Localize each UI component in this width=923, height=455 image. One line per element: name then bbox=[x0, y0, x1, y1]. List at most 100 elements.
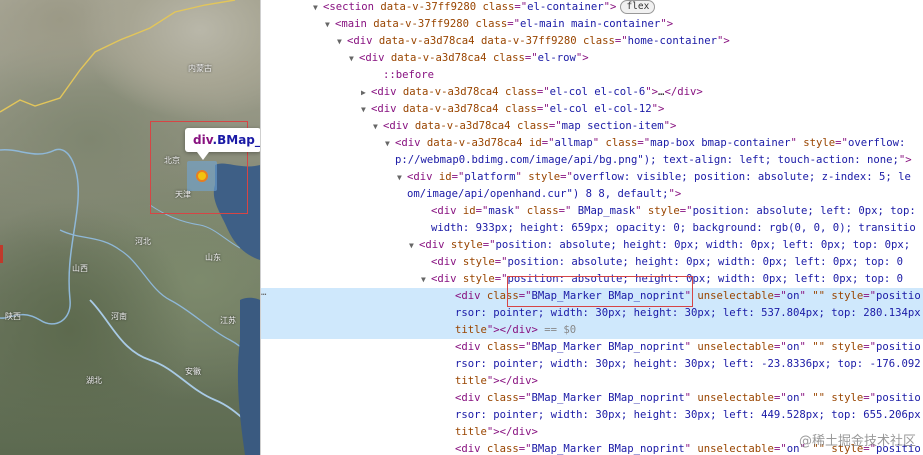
dom-node-line[interactable]: ▼ <div data-v-a3d78ca4 data-v-37ff9280 cl… bbox=[261, 33, 923, 50]
dom-token: style bbox=[803, 137, 836, 149]
dom-token: data-v-a3d78ca4 bbox=[390, 52, 487, 64]
dom-token: on bbox=[786, 443, 800, 455]
dom-node-line[interactable]: <div style="position: absolute; height: … bbox=[261, 254, 923, 271]
map-label-hubei: 湖北 bbox=[86, 376, 102, 385]
dom-token: <div bbox=[371, 103, 403, 115]
dom-token: "" bbox=[812, 392, 825, 404]
collapse-triangle-icon[interactable]: ▼ bbox=[313, 0, 323, 16]
dom-token: =" bbox=[507, 18, 520, 30]
dom-token: data-v-a3d78ca4 bbox=[414, 120, 511, 132]
dom-token: el-col el-col-6 bbox=[549, 86, 646, 98]
dom-node-line[interactable]: ▼ <div data-v-a3d78ca4 class="el-row"> bbox=[261, 50, 923, 67]
dom-node-line[interactable]: width: 933px; height: 659px; opacity: 0;… bbox=[261, 220, 923, 237]
dom-node-line-selected[interactable]: title"></div> == $0 bbox=[261, 322, 923, 339]
collapse-triangle-icon[interactable]: ▼ bbox=[325, 16, 335, 33]
dom-node-line[interactable]: ▶ <div data-v-a3d78ca4 class="el-col el-c… bbox=[261, 84, 923, 101]
dom-token: data-v-37ff9280 bbox=[373, 18, 469, 30]
collapse-triangle-icon[interactable]: ▼ bbox=[421, 271, 431, 288]
dom-node-line[interactable]: title"></div> bbox=[261, 373, 923, 390]
dom-token: class bbox=[504, 103, 537, 115]
map-marker-icon[interactable] bbox=[196, 170, 208, 182]
dom-token: BMap_Marker BMap_noprint bbox=[531, 341, 685, 353]
dom-token: <div bbox=[371, 86, 403, 98]
dom-token: "> bbox=[663, 120, 677, 132]
map-edge-marker bbox=[0, 245, 3, 263]
dom-token: overflow: visible; position: absolute; z… bbox=[572, 171, 911, 183]
dom-token: data-v-37ff9280 bbox=[480, 35, 577, 47]
dom-token: " bbox=[799, 341, 813, 353]
selected-node-ellipsis[interactable]: … bbox=[261, 288, 266, 298]
dom-token: <div bbox=[455, 443, 487, 455]
devtools-elements-panel[interactable]: ▼ <section data-v-37ff9280 class="el-cont… bbox=[260, 0, 923, 455]
collapse-triangle-icon[interactable]: ▼ bbox=[385, 135, 395, 152]
dom-node-line[interactable]: om/image/api/openhand.cur") 8 8, default… bbox=[261, 186, 923, 203]
dom-token: == $0 bbox=[537, 324, 577, 336]
dom-node-line[interactable]: <div class="BMap_Marker BMap_noprint" un… bbox=[261, 390, 923, 407]
dom-node-line[interactable]: ▼ <div style="position: absolute; height:… bbox=[261, 237, 923, 254]
dom-token: <div bbox=[431, 205, 463, 217]
collapse-triangle-icon[interactable]: ▼ bbox=[361, 101, 371, 118]
dom-token: style bbox=[831, 392, 864, 404]
dom-token: mask bbox=[488, 205, 514, 217]
dom-node-line-selected[interactable]: rsor: pointer; width: 30px; height: 30px… bbox=[261, 305, 923, 322]
dom-token: " bbox=[635, 205, 648, 217]
dom-token: style bbox=[450, 239, 483, 251]
dom-token: <div bbox=[359, 52, 391, 64]
dom-token: on bbox=[786, 341, 800, 353]
dom-token: class bbox=[504, 86, 537, 98]
collapse-triangle-icon[interactable]: ▼ bbox=[349, 50, 359, 67]
dom-node-line[interactable]: <div id="mask" class=" BMap_mask" style=… bbox=[261, 203, 923, 220]
dom-node-line[interactable]: ▼ <div data-v-a3d78ca4 id="allmap" class=… bbox=[261, 135, 923, 152]
dom-node-line[interactable]: <div class="BMap_Marker BMap_noprint" un… bbox=[261, 339, 923, 356]
dom-node-line[interactable]: rsor: pointer; width: 30px; height: 30px… bbox=[261, 407, 923, 424]
collapse-triangle-icon[interactable]: ▼ bbox=[373, 118, 383, 135]
flex-badge[interactable]: flex bbox=[620, 0, 656, 14]
map-label-henan: 河南 bbox=[111, 312, 127, 321]
dom-token: class bbox=[526, 205, 559, 217]
dom-token: class bbox=[516, 120, 549, 132]
dom-node-line[interactable]: ▼ <main data-v-37ff9280 class="el-main ma… bbox=[261, 16, 923, 33]
map-label-neimenggu: 内蒙古 bbox=[188, 64, 212, 73]
dom-node-line[interactable]: rsor: pointer; width: 30px; height: 30px… bbox=[261, 356, 923, 373]
dom-token: =" bbox=[614, 35, 628, 47]
dom-token: rsor: pointer; width: 30px; height: 30px… bbox=[455, 307, 921, 319]
dom-token: BMap_mask bbox=[577, 205, 636, 217]
dom-token: class bbox=[475, 18, 508, 30]
baidu-map-view[interactable]: 内蒙古 北京 天津 河北 山西 山东 陕西 河南 江苏 安徽 湖北 div.BM… bbox=[0, 0, 260, 455]
collapse-triangle-icon[interactable]: ▼ bbox=[337, 33, 347, 50]
dom-token: =" bbox=[679, 205, 693, 217]
dom-node-line[interactable]: ▼ <div data-v-a3d78ca4 class="map section… bbox=[261, 118, 923, 135]
dom-token: id bbox=[462, 205, 476, 217]
dom-token: <div bbox=[347, 35, 379, 47]
dom-token: unselectable bbox=[697, 341, 774, 353]
dom-token: =" bbox=[773, 341, 787, 353]
dom-token: =" bbox=[773, 392, 787, 404]
dom-token: <div bbox=[419, 239, 451, 251]
dom-token: "></div> bbox=[486, 375, 538, 387]
map-label-jiangsu: 江苏 bbox=[220, 316, 236, 325]
dom-token: "></div> bbox=[486, 324, 538, 336]
dom-node-line[interactable]: ▼ <div data-v-a3d78ca4 class="el-col el-c… bbox=[261, 101, 923, 118]
dom-token: unselectable bbox=[697, 443, 774, 455]
dom-token: position: absolute; height: 0px; width: … bbox=[507, 256, 903, 268]
dom-node-line[interactable]: ::before bbox=[261, 67, 923, 84]
collapse-triangle-icon[interactable]: ▼ bbox=[409, 237, 419, 254]
dom-token: <section bbox=[323, 1, 381, 13]
dom-token: <div bbox=[455, 392, 487, 404]
map-label-anhui: 安徽 bbox=[185, 367, 201, 376]
dom-token: <main bbox=[335, 18, 374, 30]
dom-token: id bbox=[528, 137, 542, 149]
dom-token: el-container bbox=[527, 1, 604, 13]
dom-token: data-v-a3d78ca4 bbox=[378, 35, 475, 47]
expand-triangle-icon[interactable]: ▶ bbox=[361, 84, 371, 101]
dom-node-line[interactable]: ▼ <div id="platform" style="overflow: vis… bbox=[261, 169, 923, 186]
dom-token: =" bbox=[773, 443, 787, 455]
dom-token: "> bbox=[645, 86, 659, 98]
dom-token: " bbox=[592, 137, 606, 149]
dom-token: unselectable bbox=[697, 392, 774, 404]
dom-node-line[interactable]: p://webmap0.bdimg.com/image/api/bg.png")… bbox=[261, 152, 923, 169]
dom-token: map-box bmap-container bbox=[650, 137, 791, 149]
dom-node-line[interactable]: ▼ <section data-v-37ff9280 class="el-cont… bbox=[261, 0, 923, 16]
dom-token: title bbox=[455, 324, 487, 336]
collapse-triangle-icon[interactable]: ▼ bbox=[397, 169, 407, 186]
